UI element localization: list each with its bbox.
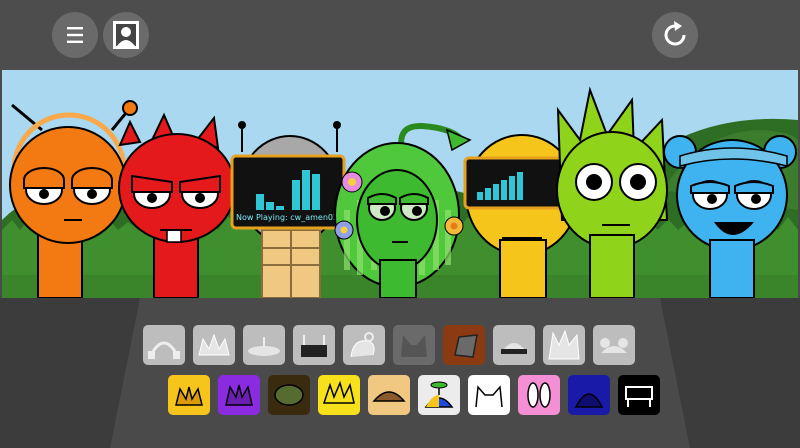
propeller-cap-item[interactable] xyxy=(418,375,460,415)
olive-cap-item[interactable] xyxy=(268,375,310,415)
yellow-horns-item[interactable] xyxy=(318,375,360,415)
navy-hood-item[interactable] xyxy=(568,375,610,415)
cat-ears-item[interactable] xyxy=(393,325,435,365)
spiky-hair-item[interactable] xyxy=(543,325,585,365)
hamburger-menu-icon xyxy=(67,27,83,43)
profile-button[interactable] xyxy=(103,12,149,58)
tan-hair-item[interactable] xyxy=(368,375,410,415)
visor-bar-item[interactable] xyxy=(493,325,535,365)
now-playing-text: Now Playing: cw_amen02_li xyxy=(236,213,347,222)
pink-bunny-ears-item[interactable] xyxy=(518,375,560,415)
black-frame-item[interactable] xyxy=(618,375,660,415)
white-cat-ears-item[interactable] xyxy=(468,375,510,415)
reset-button[interactable] xyxy=(652,12,698,58)
character-stage: Now Playing: cw_amen02_li xyxy=(2,70,798,298)
yellow-crown-item[interactable] xyxy=(168,375,210,415)
reset-arrow-icon xyxy=(664,21,686,46)
menu-button[interactable] xyxy=(52,12,98,58)
spiky-crown-item[interactable] xyxy=(193,325,235,365)
headphones-item[interactable] xyxy=(143,325,185,365)
swirl-hair-item[interactable] xyxy=(343,325,385,365)
bucket-hat-item[interactable] xyxy=(443,325,485,365)
saucer-hat-item[interactable] xyxy=(243,325,285,365)
portrait-frame-icon xyxy=(113,21,139,49)
robot-visor-item[interactable] xyxy=(293,325,335,365)
panel-floor xyxy=(0,298,800,448)
bear-ears-item[interactable] xyxy=(593,325,635,365)
purple-crown-item[interactable] xyxy=(218,375,260,415)
